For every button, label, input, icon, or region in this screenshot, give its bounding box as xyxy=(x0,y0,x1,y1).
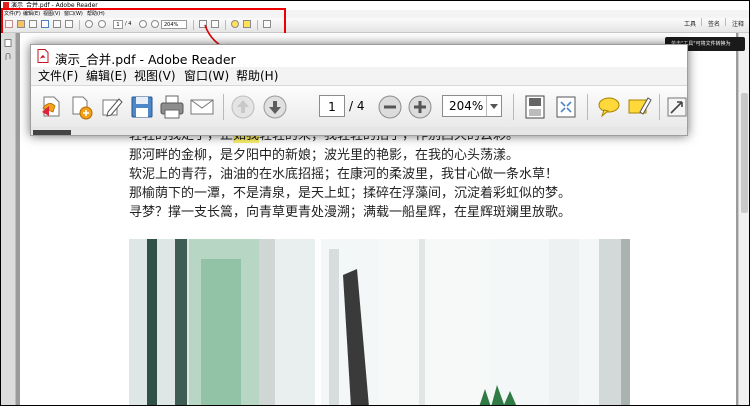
toolbar-separator xyxy=(659,94,660,120)
zoomed-toolbar-callout: 演示_合并.pdf - Adobe Reader 文件(F) 编辑(E) 视图(… xyxy=(30,44,688,136)
highlight-text-icon[interactable] xyxy=(626,94,652,120)
chevron-down-icon[interactable] xyxy=(486,96,501,116)
page-thumbnails-icon[interactable] xyxy=(4,39,12,47)
sign-link[interactable]: 签名 xyxy=(708,18,720,32)
open-file-icon[interactable] xyxy=(69,94,95,120)
fit-page-icon[interactable] xyxy=(522,94,548,120)
callout-window-title: 演示_合并.pdf - Adobe Reader xyxy=(55,52,236,67)
next-page-icon[interactable] xyxy=(262,94,288,120)
menu-file[interactable]: 文件(F) xyxy=(38,67,78,85)
interior-photo xyxy=(129,239,630,405)
zoom-in-icon[interactable] xyxy=(407,94,433,120)
fullscreen-icon[interactable] xyxy=(667,94,687,120)
scrollbar-thumb[interactable] xyxy=(741,93,748,213)
toolbar-highlight-box xyxy=(1,8,286,35)
print-icon[interactable] xyxy=(159,94,185,120)
comment-link[interactable]: 注释 xyxy=(732,18,744,32)
menu-edit[interactable]: 编辑(E) xyxy=(86,67,127,85)
poem-line: 那河畔的金柳，是夕阳中的新娘；波光里的艳影，在我的心头荡漾。 xyxy=(129,148,520,163)
zoom-out-icon[interactable] xyxy=(377,94,403,120)
poem-line: 那榆荫下的一潭，不是清泉，是天上虹；揉碎在浮藻间，沉淀着彩虹似的梦。 xyxy=(129,186,572,201)
menu-help[interactable]: 帮助(H) xyxy=(236,67,278,85)
create-pdf-icon[interactable] xyxy=(39,94,65,120)
toolbar-separator xyxy=(513,94,514,120)
attachments-icon[interactable] xyxy=(4,53,12,61)
page-number-input[interactable]: 1 xyxy=(319,95,345,117)
zoom-value: 204% xyxy=(449,99,484,113)
sticky-note-comment-icon[interactable] xyxy=(596,94,622,120)
poem-line: 寻梦？撑一支长篙，向青草更青处漫溯；满载一船星辉，在星辉斑斓里放歌。 xyxy=(129,205,572,220)
navigation-pane xyxy=(1,33,16,405)
toolbar-separator xyxy=(587,94,588,120)
zoom-select[interactable]: 204% xyxy=(442,95,502,117)
fit-width-icon[interactable] xyxy=(553,94,579,120)
menu-window[interactable]: 窗口(W) xyxy=(184,67,229,85)
page-edge xyxy=(33,130,71,135)
link-separator xyxy=(701,18,702,26)
save-icon[interactable] xyxy=(129,94,155,120)
vertical-scrollbar[interactable] xyxy=(738,33,749,405)
callout-menu-bar: 文件(F) 编辑(E) 视图(V) 窗口(W) 帮助(H) xyxy=(31,67,687,85)
reader-window: 演示_合并.pdf - Adobe Reader 文件(F) 编辑(E) 视图(… xyxy=(0,0,750,406)
email-icon[interactable] xyxy=(189,94,215,120)
menu-view[interactable]: 视图(V) xyxy=(134,67,176,85)
previous-page-icon[interactable] xyxy=(230,94,256,120)
toolbar-separator xyxy=(223,94,224,120)
poem-line: 软泥上的青荇，油油的在水底招摇；在康河的柔波里，我甘心做一条水草！ xyxy=(129,167,559,182)
link-separator xyxy=(725,18,726,26)
pdf-file-icon xyxy=(37,49,49,63)
window-scene-image xyxy=(129,239,630,405)
edit-document-icon[interactable] xyxy=(99,94,125,120)
tools-link[interactable]: 工具 xyxy=(684,18,696,32)
callout-title-bar: 演示_合并.pdf - Adobe Reader xyxy=(31,45,687,67)
callout-bottom-strip xyxy=(31,127,687,135)
callout-toolbar: 1 / 4 204% xyxy=(31,85,687,128)
page-total: / 4 xyxy=(349,99,365,113)
